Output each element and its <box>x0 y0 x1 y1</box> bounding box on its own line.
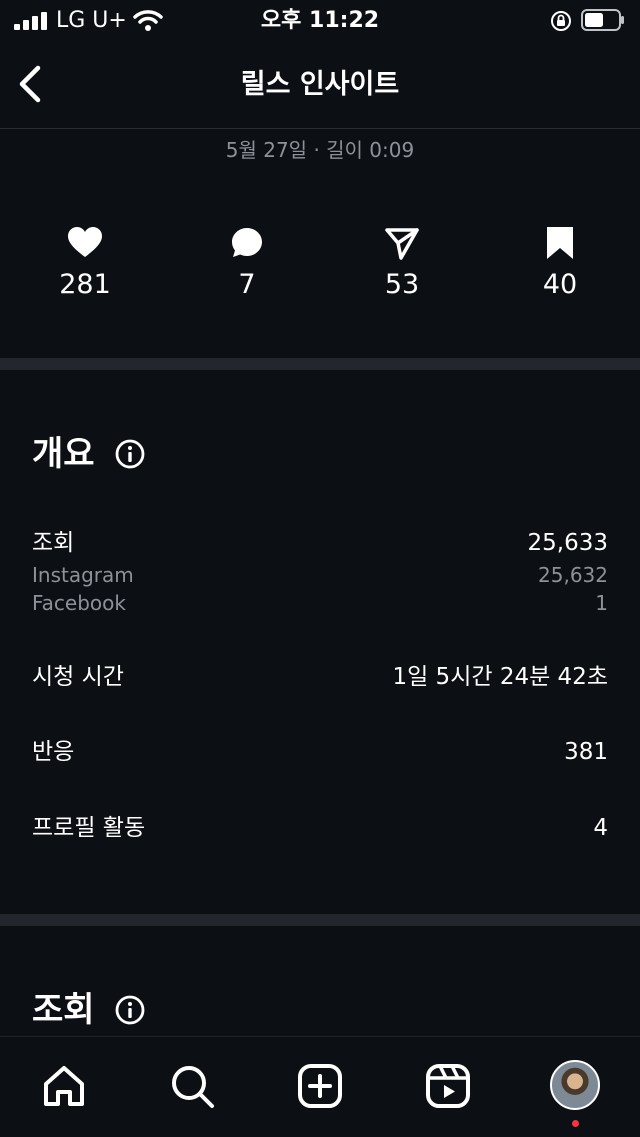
section-divider <box>0 914 640 926</box>
watch-time-label: 시청 시간 <box>32 664 124 690</box>
views-section-title: 조회 <box>32 990 95 1030</box>
info-icon[interactable] <box>115 995 145 1025</box>
header-divider <box>0 128 640 129</box>
reactions-value: 381 <box>564 739 608 765</box>
overview-title: 개요 <box>32 434 95 474</box>
facebook-label: Facebook <box>32 591 126 615</box>
likes-count: 281 <box>59 269 111 300</box>
info-icon[interactable] <box>115 439 145 469</box>
instagram-label: Instagram <box>32 563 134 587</box>
notification-dot <box>572 1120 579 1127</box>
battery-icon <box>581 9 624 31</box>
profile-avatar[interactable] <box>550 1060 600 1110</box>
views-value: 25,633 <box>527 530 608 556</box>
comments-count: 7 <box>238 269 256 300</box>
reels-icon[interactable] <box>424 1062 472 1110</box>
comment-icon <box>232 228 262 257</box>
shares-count: 53 <box>384 269 420 300</box>
heart-icon <box>68 227 102 257</box>
reactions-label: 반응 <box>32 739 75 765</box>
rotation-lock-icon <box>551 11 571 31</box>
saves-count: 40 <box>542 269 578 300</box>
likes-stat: 281 <box>15 226 155 302</box>
saves-stat: 40 <box>490 226 630 302</box>
shares-stat: 53 <box>332 226 472 302</box>
create-icon[interactable] <box>296 1062 344 1110</box>
page-title: 릴스 인사이트 <box>240 69 400 100</box>
instagram-value: 25,632 <box>538 563 608 587</box>
views-label: 조회 <box>32 530 75 556</box>
comments-stat: 7 <box>177 226 317 302</box>
clock: 오후 11:22 <box>260 8 380 33</box>
watch-time-value: 1일 5시간 24분 42초 <box>392 664 608 690</box>
bookmark-icon <box>547 227 573 259</box>
facebook-value: 1 <box>595 591 608 615</box>
profile-activity-label: 프로필 활동 <box>32 815 146 841</box>
share-icon <box>385 228 419 260</box>
reel-date-length: 5월 27일 · 길이 0:09 <box>225 138 415 162</box>
profile-activity-value: 4 <box>593 815 608 841</box>
section-divider <box>0 358 640 370</box>
home-icon[interactable] <box>40 1062 88 1110</box>
status-bar: LG U+ 오후 11:22 <box>0 0 640 42</box>
search-icon[interactable] <box>168 1062 216 1110</box>
